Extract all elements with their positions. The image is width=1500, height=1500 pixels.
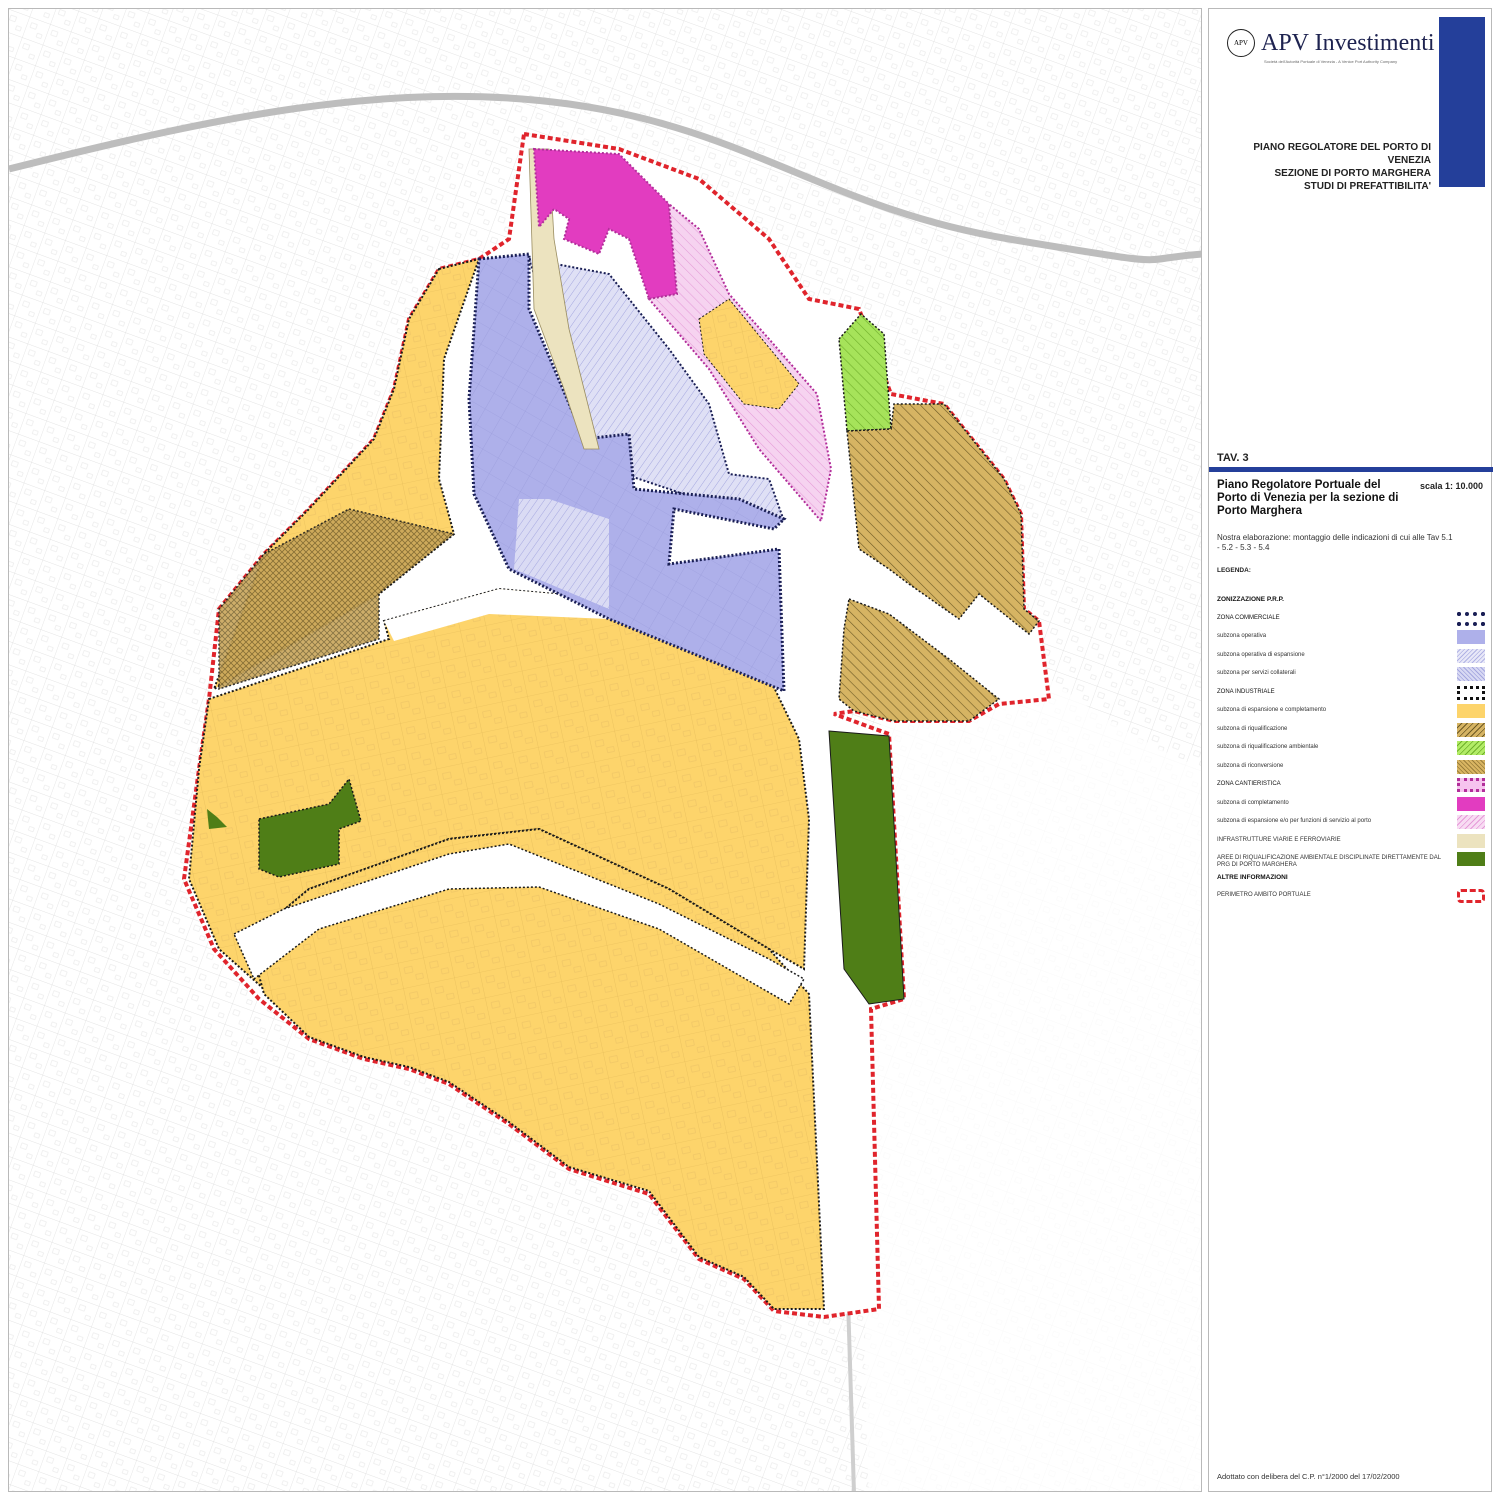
map-sheet: APV APV Investimenti Società dell'Autori…	[0, 0, 1500, 1500]
legend-label: ZONA COMMERCIALE	[1217, 614, 1280, 621]
legend-label: subzona di espansione e completamento	[1217, 707, 1327, 713]
legend-label: INFRASTRUTTURE VIARIE E FERROVIARIE	[1217, 836, 1341, 843]
legend-item: subzona di riqualificazione	[1217, 722, 1485, 739]
legend-label: AREE DI RIQUALIFICAZIONE AMBIENTALE DISC…	[1217, 855, 1441, 868]
legend-label: subzona di espansione e/o per funzioni d…	[1217, 818, 1372, 824]
legend-swatch	[1457, 685, 1485, 700]
legend-swatch	[1457, 796, 1485, 811]
seal-icon: APV	[1227, 29, 1255, 57]
accent-bar	[1439, 17, 1485, 187]
legend-item: ALTRE INFORMAZIONI	[1217, 871, 1485, 887]
legend-item: ZONA INDUSTRIALE	[1217, 685, 1485, 702]
legend-swatch	[1457, 889, 1485, 903]
sheet-number: TAV. 3	[1217, 452, 1249, 464]
legend-item: ZONA CANTIERISTICA	[1217, 778, 1485, 794]
legend-swatch	[1457, 648, 1485, 663]
legend-item: subzona di espansione e completamento	[1217, 704, 1485, 720]
legend-item: subzona operativa di espansione	[1217, 648, 1485, 665]
legend-swatch	[1457, 722, 1485, 737]
legend-swatch	[1457, 852, 1485, 866]
title-rule	[1209, 467, 1493, 472]
legend-label: subzona di riqualificazione ambientale	[1217, 744, 1319, 750]
legend-label: ZONA INDUSTRIALE	[1217, 688, 1275, 695]
scale-label: scala 1: 10.000	[1419, 481, 1483, 491]
sheet-subtitle: Nostra elaborazione: montaggio delle ind…	[1217, 533, 1453, 552]
legend-item: ZONA COMMERCIALE	[1217, 611, 1485, 628]
legend-title: LEGENDA:	[1217, 567, 1251, 574]
legend-item: subzona di espansione e/o per funzioni d…	[1217, 815, 1485, 831]
project-title-line: STUDI DI PREFATTIBILITA'	[1303, 181, 1431, 192]
project-title-line: PIANO REGOLATORE DEL PORTO DI VENEZIA	[1253, 142, 1431, 166]
legend-swatch	[1457, 704, 1485, 718]
sheet-title: Piano Regolatore Portuale del Porto di V…	[1217, 479, 1399, 517]
planning-map	[9, 9, 1201, 1491]
legend-item: INFRASTRUTTURE VIARIE E FERROVIARIE	[1217, 833, 1485, 850]
legend-label: ZONA CANTIERISTICA	[1217, 781, 1281, 787]
legend-swatch	[1457, 815, 1485, 829]
company-tagline: Società dell'Autorità Portuale di Venezi…	[1264, 59, 1398, 64]
company-name: APV Investimenti	[1261, 29, 1435, 56]
project-titles: PIANO REGOLATORE DEL PORTO DI VENEZIA SE…	[1209, 141, 1431, 193]
legend-swatch	[1457, 630, 1485, 644]
title-block-panel: APV APV Investimenti Società dell'Autori…	[1208, 8, 1493, 1492]
legend-item: AREE DI RIQUALIFICAZIONE AMBIENTALE DISC…	[1217, 852, 1485, 868]
legend-item: subzona operativa	[1217, 630, 1485, 646]
legend-swatch	[1457, 759, 1485, 774]
legend-label: subzona di completamento	[1217, 799, 1289, 806]
legend-label: ALTRE INFORMAZIONI	[1217, 873, 1288, 881]
legend-item: subzona per servizi collaterali	[1217, 667, 1485, 683]
legend-label: PERIMETRO AMBITO PORTUALE	[1217, 892, 1311, 898]
adoption-note: Adottato con delibera del C.P. n°1/2000 …	[1217, 1472, 1400, 1481]
legend-item: PERIMETRO AMBITO PORTUALE	[1217, 889, 1485, 905]
legend-label: subzona per servizi collaterali	[1217, 670, 1296, 676]
legend-label: subzona di riqualificazione	[1217, 725, 1288, 732]
legend-swatch	[1457, 611, 1485, 626]
legend-label: subzona operativa di espansione	[1217, 651, 1305, 658]
map-viewport[interactable]	[8, 8, 1202, 1492]
company-logo: APV APV Investimenti	[1227, 29, 1435, 57]
legend-item: ZONIZZAZIONE P.R.P.	[1217, 593, 1485, 609]
legend-label: subzona di riconversione	[1217, 762, 1284, 769]
legend-swatch	[1457, 833, 1485, 848]
legend-swatch	[1457, 667, 1485, 681]
legend-label: subzona operativa	[1217, 633, 1267, 639]
legend-item: subzona di riqualificazione ambientale	[1217, 741, 1485, 757]
project-title-line: SEZIONE DI PORTO MARGHERA	[1274, 168, 1432, 179]
legend-swatch	[1457, 778, 1485, 792]
legend-item: subzona di riconversione	[1217, 759, 1485, 776]
legend-label: ZONIZZAZIONE P.R.P.	[1217, 596, 1284, 603]
legend-swatch	[1457, 741, 1485, 755]
legend-item: subzona di completamento	[1217, 796, 1485, 813]
